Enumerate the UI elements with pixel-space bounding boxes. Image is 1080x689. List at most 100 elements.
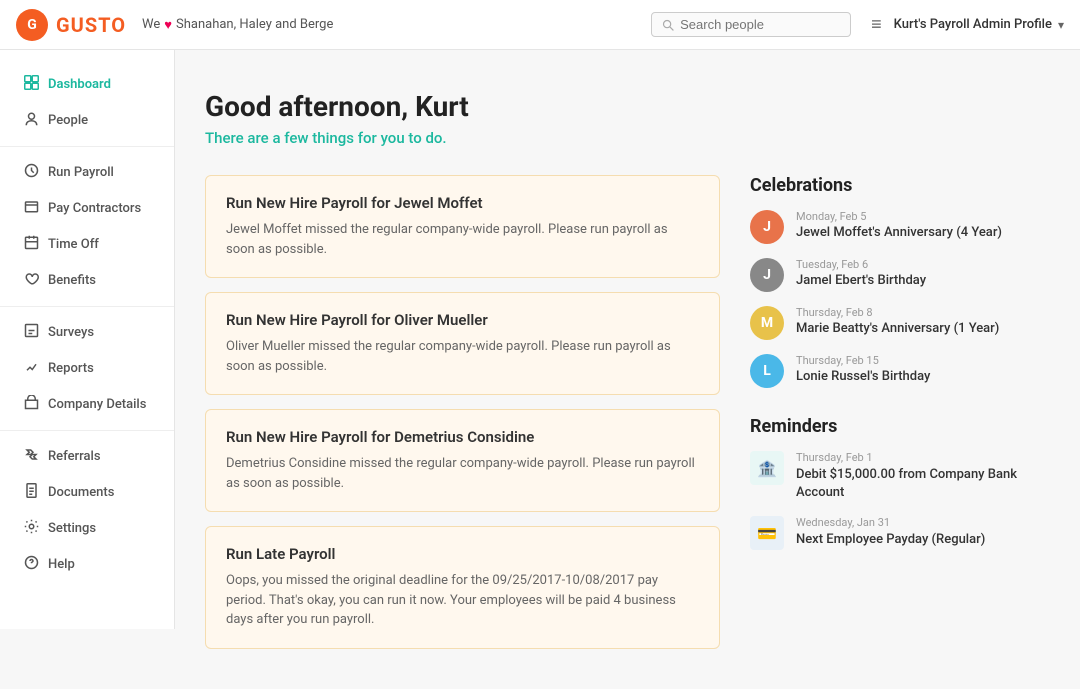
sidebar-item-label: Reports — [48, 361, 94, 376]
reminder-info: Thursday, Feb 1 Debit $15,000.00 from Com… — [796, 451, 1050, 502]
benefits-icon — [22, 271, 40, 290]
sidebar-divider — [0, 146, 174, 147]
task-card-task-demetrius[interactable]: Run New Hire Payroll for Demetrius Consi… — [205, 409, 720, 512]
profile-label: Kurt's Payroll Admin Profile — [894, 17, 1052, 32]
sidebar-item-label: People — [48, 113, 88, 128]
celebration-item-cel-jamel: J Tuesday, Feb 6 Jamel Ebert's Birthday — [750, 258, 1050, 292]
surveys-icon — [22, 323, 40, 342]
celebration-item-cel-jewel: J Monday, Feb 5 Jewel Moffet's Anniversary… — [750, 210, 1050, 244]
celebration-info: Tuesday, Feb 6 Jamel Ebert's Birthday — [796, 258, 1050, 288]
task-title: Run Late Payroll — [226, 545, 699, 563]
logo-text: GUSTO — [56, 13, 126, 37]
documents-icon — [22, 483, 40, 502]
celebration-date: Monday, Feb 5 — [796, 210, 1050, 223]
reminder-date: Thursday, Feb 1 — [796, 451, 1050, 464]
help-icon — [22, 555, 40, 574]
sidebar-item-documents[interactable]: Documents — [6, 475, 168, 510]
sidebar-item-help[interactable]: Help — [6, 547, 168, 582]
reports-icon — [22, 359, 40, 378]
company-details-icon — [22, 395, 40, 414]
celebration-info: Monday, Feb 5 Jewel Moffet's Anniversary … — [796, 210, 1050, 240]
reminder-icon: 💳 — [750, 516, 784, 550]
topnav-right: ≡ Kurt's Payroll Admin Profile ▾ — [871, 14, 1064, 35]
sidebar-item-label: Dashboard — [48, 77, 111, 92]
task-card-task-late[interactable]: Run Late PayrollOops, you missed the ori… — [205, 526, 720, 649]
search-box[interactable] — [651, 12, 851, 37]
heart-icon: ♥ — [164, 17, 172, 33]
celebration-date: Thursday, Feb 8 — [796, 306, 1050, 319]
sidebar-divider — [0, 306, 174, 307]
reminder-date: Wednesday, Jan 31 — [796, 516, 1050, 529]
search-icon — [662, 19, 674, 31]
sidebar-item-pay-contractors[interactable]: Pay Contractors — [6, 191, 168, 226]
avatar: M — [750, 306, 784, 340]
content-row: Run New Hire Payroll for Jewel Moffet Jew… — [205, 175, 1050, 649]
reminder-text: Next Employee Payday (Regular) — [796, 531, 1050, 549]
celebration-info: Thursday, Feb 15 Lonie Russel's Birthday — [796, 354, 1050, 384]
top-navigation: G GUSTO We ♥ Shanahan, Haley and Berge ≡… — [0, 0, 1080, 50]
celebration-item-cel-marie: M Thursday, Feb 8Marie Beatty's Anniversa… — [750, 306, 1050, 340]
celebration-info: Thursday, Feb 8Marie Beatty's Anniversar… — [796, 306, 1050, 336]
reminder-text: Debit $15,000.00 from Company Bank Accou… — [796, 466, 1050, 502]
time-off-icon — [22, 235, 40, 254]
search-input[interactable] — [680, 17, 820, 32]
run-payroll-icon — [22, 163, 40, 182]
task-description: Oliver Mueller missed the regular compan… — [226, 337, 699, 376]
celebration-date: Thursday, Feb 15 — [796, 354, 1050, 367]
settings-icon — [22, 519, 40, 538]
celebration-name: Jewel Moffet's Anniversary (4 Year) — [796, 225, 1050, 240]
pay-contractors-icon — [22, 199, 40, 218]
sidebar-item-surveys[interactable]: Surveys — [6, 315, 168, 350]
reminder-info: Wednesday, Jan 31 Next Employee Payday (R… — [796, 516, 1050, 549]
sidebar-item-dashboard[interactable]: Dashboard — [6, 67, 168, 102]
sidebar-item-label: Settings — [48, 521, 96, 536]
sidebar: Dashboard People Run Payroll Pay Contractor… — [0, 50, 175, 629]
avatar: J — [750, 210, 784, 244]
subtitle-text: There are a few things for you to do. — [205, 129, 1050, 147]
profile-area[interactable]: Kurt's Payroll Admin Profile ▾ — [894, 17, 1064, 32]
sidebar-item-label: Run Payroll — [48, 165, 114, 180]
sidebar-item-label: Benefits — [48, 273, 96, 288]
task-title: Run New Hire Payroll for Demetrius Consi… — [226, 428, 699, 446]
task-description: Demetrius Considine missed the regular c… — [226, 454, 699, 493]
sidebar-item-label: Company Details — [48, 397, 146, 412]
sidebar-item-reports[interactable]: Reports — [6, 351, 168, 386]
sidebar-item-settings[interactable]: Settings — [6, 511, 168, 546]
dashboard-icon — [22, 75, 40, 94]
sidebar-item-benefits[interactable]: Benefits — [6, 263, 168, 298]
logo-area: G GUSTO — [16, 9, 126, 41]
celebrations-section: Celebrations JMonday, Feb 5Jewel Moffet'… — [750, 175, 1050, 388]
task-card-task-oliver[interactable]: Run New Hire Payroll for Oliver Mueller O… — [205, 292, 720, 395]
company-label: We ♥ Shanahan, Haley and Berge — [142, 17, 333, 33]
tasks-column: Run New Hire Payroll for Jewel MoffetJew… — [205, 175, 720, 649]
reminder-item-rem-debit: 🏦 Thursday, Feb 1 Debit $15,000.00 from Co… — [750, 451, 1050, 502]
sidebar-item-label: Time Off — [48, 237, 99, 252]
celebration-item-cel-lonie: L Thursday, Feb 15 Lonie Russel's Birthday — [750, 354, 1050, 388]
reminders-section: Reminders 🏦Thursday, Feb 1Debit $15,000.… — [750, 416, 1050, 550]
task-card-task-jewel[interactable]: Run New Hire Payroll for Jewel MoffetJew… — [205, 175, 720, 278]
sidebar-item-label: Help — [48, 557, 75, 572]
chevron-down-icon: ▾ — [1058, 18, 1064, 32]
sidebar-item-referrals[interactable]: Referrals — [6, 439, 168, 474]
reminder-icon: 🏦 — [750, 451, 784, 485]
task-title: Run New Hire Payroll for Jewel Moffet — [226, 194, 699, 212]
messages-icon[interactable]: ≡ — [871, 14, 882, 35]
sidebar-item-people[interactable]: People — [6, 103, 168, 138]
sidebar-item-run-payroll[interactable]: Run Payroll — [6, 155, 168, 190]
celebration-name: Jamel Ebert's Birthday — [796, 273, 1050, 288]
sidebar-item-label: Referrals — [48, 449, 101, 464]
sidebar-item-label: Documents — [48, 485, 114, 500]
sidebar-divider — [0, 430, 174, 431]
celebration-name: Lonie Russel's Birthday — [796, 369, 1050, 384]
right-column: Celebrations JMonday, Feb 5Jewel Moffet'… — [750, 175, 1050, 649]
greeting-heading: Good afternoon, Kurt — [205, 90, 1050, 123]
logo-icon: G — [16, 9, 48, 41]
sidebar-item-company-details[interactable]: Company Details — [6, 387, 168, 422]
reminder-item-rem-payday: 💳 Wednesday, Jan 31 Next Employee Payday (… — [750, 516, 1050, 550]
avatar: J — [750, 258, 784, 292]
app-layout: Dashboard People Run Payroll Pay Contractor… — [0, 50, 1080, 689]
celebration-date: Tuesday, Feb 6 — [796, 258, 1050, 271]
avatar: L — [750, 354, 784, 388]
sidebar-item-time-off[interactable]: Time Off — [6, 227, 168, 262]
task-title: Run New Hire Payroll for Oliver Mueller — [226, 311, 699, 329]
